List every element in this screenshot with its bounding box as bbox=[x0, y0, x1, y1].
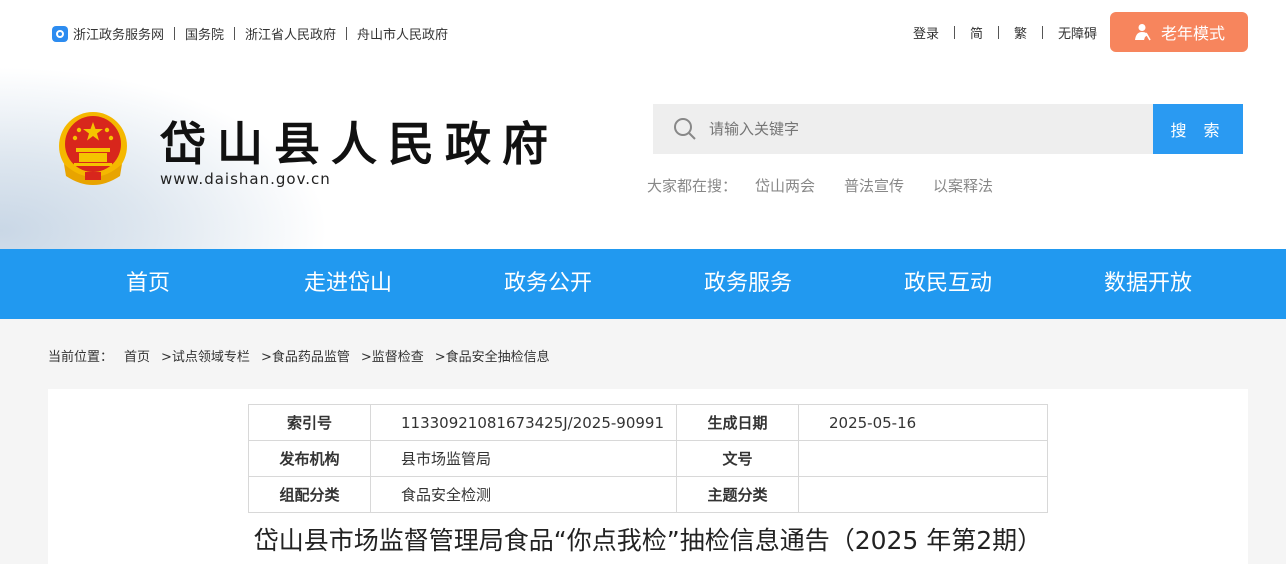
meta-key-index: 索引号 bbox=[248, 404, 371, 441]
site-name[interactable]: 岱山县人民政府 bbox=[160, 108, 559, 174]
nav-item-interaction[interactable]: 政民互动 bbox=[878, 249, 1018, 319]
content-area: 当前位置： 首页 >试点领域专栏 >食品药品监管 >监督检查 >食品安全抽检信息… bbox=[0, 319, 1286, 564]
simplified-chinese-link[interactable]: 简 bbox=[970, 23, 983, 42]
zhejiang-service-logo-icon bbox=[52, 25, 68, 42]
hot-search-label: 大家都在搜： bbox=[647, 177, 738, 195]
top-link-zhejiang-service[interactable]: 浙江政务服务网 bbox=[73, 24, 164, 43]
meta-key-publisher: 发布机构 bbox=[248, 440, 371, 477]
hot-search-item[interactable]: 普法宣传 bbox=[844, 175, 904, 196]
divider bbox=[953, 25, 955, 39]
meta-val-date: 2025-05-16 bbox=[798, 404, 1048, 441]
site-url: www.daishan.gov.cn bbox=[160, 170, 331, 188]
top-right-tools: 登录 简 繁 无障碍 老年模式 bbox=[913, 12, 1248, 52]
meta-key-topic: 主题分类 bbox=[676, 476, 799, 513]
elder-mode-button[interactable]: 老年模式 bbox=[1110, 12, 1248, 52]
divider bbox=[997, 25, 999, 39]
nav-item-about[interactable]: 走进岱山 bbox=[278, 249, 418, 319]
breadcrumb-item[interactable]: >试点领域专栏 bbox=[161, 346, 250, 365]
top-links: 浙江政务服务网 国务院 浙江省人民政府 舟山市人民政府 bbox=[52, 24, 448, 43]
accessibility-link[interactable]: 无障碍 bbox=[1058, 23, 1097, 42]
table-row: 组配分类 食品安全检测 主题分类 bbox=[248, 476, 1048, 513]
nav-item-gov-services[interactable]: 政务服务 bbox=[678, 249, 818, 319]
meta-val-category: 食品安全检测 bbox=[370, 476, 677, 513]
table-row: 发布机构 县市场监管局 文号 bbox=[248, 440, 1048, 477]
article-title: 岱山县市场监督管理局食品“你点我检”抽检信息通告（2025 年第2期） bbox=[253, 526, 1043, 555]
top-link-zhoushan-gov[interactable]: 舟山市人民政府 bbox=[357, 24, 448, 43]
breadcrumb-item[interactable]: >食品药品监管 bbox=[261, 346, 350, 365]
nav-item-home[interactable]: 首页 bbox=[78, 249, 218, 319]
meta-key-date: 生成日期 bbox=[676, 404, 799, 441]
hot-search-item[interactable]: 以案释法 bbox=[933, 175, 993, 196]
elder-mode-label: 老年模式 bbox=[1160, 24, 1225, 43]
breadcrumb-label: 当前位置： bbox=[48, 350, 114, 365]
national-emblem-icon[interactable] bbox=[54, 108, 132, 188]
nav-item-open-data[interactable]: 数据开放 bbox=[1078, 249, 1218, 319]
site-header: 岱山县人民政府 www.daishan.gov.cn 搜 索 大家都在搜： 岱山… bbox=[0, 66, 1286, 249]
breadcrumb: 当前位置： 首页 >试点领域专栏 >食品药品监管 >监督检查 >食品安全抽检信息 bbox=[48, 346, 561, 365]
search-icon bbox=[674, 118, 696, 140]
meta-key-category: 组配分类 bbox=[248, 476, 371, 513]
divider bbox=[1041, 25, 1043, 39]
hot-search: 大家都在搜： 岱山两会 普法宣传 以案释法 bbox=[647, 175, 1022, 196]
meta-val-topic bbox=[798, 476, 1048, 513]
meta-val-docno bbox=[798, 440, 1048, 477]
table-row: 索引号 11330921081673425J/2025-90991 生成日期 2… bbox=[248, 404, 1048, 441]
search-input[interactable] bbox=[709, 120, 1129, 138]
main-nav: 首页 走进岱山 政务公开 政务服务 政民互动 数据开放 bbox=[0, 249, 1286, 319]
divider bbox=[174, 27, 176, 40]
breadcrumb-item[interactable]: >食品安全抽检信息 bbox=[435, 346, 550, 365]
meta-val-index: 11330921081673425J/2025-90991 bbox=[370, 404, 677, 441]
hot-search-item[interactable]: 岱山两会 bbox=[755, 175, 815, 196]
top-bar: 浙江政务服务网 国务院 浙江省人民政府 舟山市人民政府 登录 简 繁 无障碍 老… bbox=[0, 0, 1286, 66]
top-link-zhejiang-gov[interactable]: 浙江省人民政府 bbox=[245, 24, 336, 43]
search-button[interactable]: 搜 索 bbox=[1153, 104, 1243, 154]
divider bbox=[346, 27, 348, 40]
article-meta-table: 索引号 11330921081673425J/2025-90991 生成日期 2… bbox=[248, 404, 1048, 513]
breadcrumb-item[interactable]: >监督检查 bbox=[361, 346, 424, 365]
elder-person-icon bbox=[1134, 24, 1151, 41]
top-link-state-council[interactable]: 国务院 bbox=[185, 24, 224, 43]
meta-key-docno: 文号 bbox=[676, 440, 799, 477]
traditional-chinese-link[interactable]: 繁 bbox=[1014, 23, 1027, 42]
meta-val-publisher: 县市场监管局 bbox=[370, 440, 677, 477]
breadcrumb-item-home[interactable]: 首页 bbox=[124, 346, 150, 365]
article-panel: 索引号 11330921081673425J/2025-90991 生成日期 2… bbox=[48, 389, 1248, 564]
search-box bbox=[653, 104, 1153, 154]
nav-item-gov-affairs-open[interactable]: 政务公开 bbox=[478, 249, 618, 319]
divider bbox=[234, 27, 236, 40]
login-link[interactable]: 登录 bbox=[913, 23, 939, 42]
